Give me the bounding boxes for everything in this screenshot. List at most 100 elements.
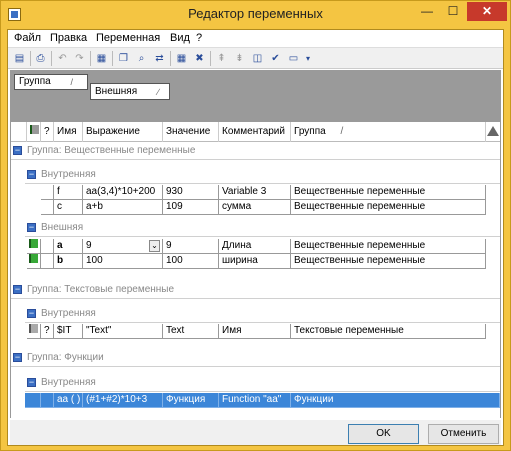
table-row[interactable]: b 100 100 ширина Вещественные переменные [11, 254, 500, 269]
check-variable-icon[interactable]: ✔ [268, 51, 283, 66]
collapse-icon[interactable]: − [27, 223, 36, 232]
copy-icon[interactable]: ❐ [116, 51, 131, 66]
cell-name[interactable]: c [54, 200, 83, 215]
group-chip-group[interactable]: Группа / [14, 74, 88, 90]
header-select[interactable] [11, 122, 27, 142]
cell-expression[interactable]: 100 [83, 254, 163, 269]
window-icon[interactable]: ▭ [286, 51, 301, 66]
collapse-icon[interactable]: − [27, 170, 36, 179]
cell-group[interactable]: Вещественные переменные [291, 200, 486, 215]
menu-edit[interactable]: Правка [50, 32, 87, 44]
cell-flag[interactable] [27, 254, 41, 269]
cell-expression[interactable]: aa(3,4)*10+200 [83, 185, 163, 200]
group-row-real[interactable]: − Группа: Вещественные переменные [11, 143, 500, 160]
undo-icon[interactable]: ↶ [55, 51, 70, 66]
cell-expression[interactable]: "Text" [83, 324, 163, 339]
delete-icon[interactable]: ✖ [192, 51, 207, 66]
cell-flag[interactable] [27, 324, 41, 339]
cell-group[interactable]: Вещественные переменные [291, 239, 486, 254]
subgroup-row-external[interactable]: − Внешняя [25, 220, 500, 237]
cell-name[interactable]: f [54, 185, 83, 200]
move-down-icon[interactable]: ⇟ [232, 51, 247, 66]
cell-value[interactable]: 109 [163, 200, 219, 215]
table-row[interactable]: a 9 ⌄ 9 Длина Вещественные переменные [11, 239, 500, 254]
cell-flag[interactable] [25, 393, 41, 408]
header-group[interactable]: Группа / [291, 122, 486, 142]
cell-name[interactable]: b [54, 254, 83, 269]
properties-icon[interactable]: ▦ [94, 51, 109, 66]
cell-comment[interactable]: Function "aa" [219, 393, 291, 408]
header-expression[interactable]: Выражение [83, 122, 163, 142]
variable-icon[interactable]: ◫ [250, 51, 265, 66]
cell-comment[interactable]: Variable 3 [219, 185, 291, 200]
menu-file[interactable]: Файл [14, 32, 41, 44]
collapse-icon[interactable]: − [13, 146, 22, 155]
group-chip-external[interactable]: Внешняя ∕ [90, 83, 170, 100]
cell-value[interactable]: Text [163, 324, 219, 339]
cancel-button[interactable]: Отменить [428, 424, 499, 444]
header-comment[interactable]: Комментарий [219, 122, 291, 142]
header-value[interactable]: Значение [163, 122, 219, 142]
cell-expression[interactable]: (#1+#2)*10+3 [83, 393, 163, 408]
ok-button[interactable]: OK [348, 424, 419, 444]
maximize-button[interactable]: ☐ [440, 2, 466, 21]
cell-value[interactable]: Функция [163, 393, 219, 408]
redo-icon[interactable]: ↷ [72, 51, 87, 66]
table-icon[interactable]: ▦ [174, 51, 189, 66]
cell-value[interactable]: 930 [163, 185, 219, 200]
table-row[interactable]: c a+b 109 сумма Вещественные переменные [11, 200, 500, 215]
collapse-icon[interactable]: − [13, 285, 22, 294]
cell-name[interactable]: $IT [54, 324, 83, 339]
new-variable-icon[interactable]: ▤ [12, 51, 27, 66]
menu-variable[interactable]: Переменная [96, 32, 160, 44]
cell-comment[interactable]: Длина [219, 239, 291, 254]
minimize-button[interactable]: — [414, 2, 440, 21]
table-row[interactable]: f aa(3,4)*10+200 930 Variable 3 Веществе… [11, 185, 500, 200]
cell-expression-editor[interactable]: 9 ⌄ [83, 239, 163, 254]
collapse-icon[interactable]: − [27, 378, 36, 387]
cell-comment[interactable]: Имя [219, 324, 291, 339]
cell-q[interactable] [41, 393, 54, 408]
collapse-icon[interactable]: − [27, 309, 36, 318]
subgroup-row-internal[interactable]: − Внутренняя [25, 306, 500, 323]
toolbar-overflow-icon[interactable]: ▾ [304, 51, 312, 66]
cell-group[interactable]: Вещественные переменные [291, 185, 486, 200]
collapse-icon[interactable]: − [13, 353, 22, 362]
group-by-area[interactable]: Группа / Внешняя ∕ [10, 70, 501, 122]
cell-q[interactable]: ? [41, 324, 54, 339]
subgroup-row-internal[interactable]: − Внутренняя [25, 375, 500, 392]
cell-value[interactable]: 100 [163, 254, 219, 269]
header-flag[interactable] [27, 122, 41, 142]
cell-name[interactable]: a [54, 239, 83, 254]
find-icon[interactable]: ⌕ [134, 51, 149, 66]
table-row-selected[interactable]: aa ( ) (#1+#2)*10+3 Функция Function "aa… [11, 393, 500, 408]
header-name[interactable]: Имя [54, 122, 83, 142]
menu-help[interactable]: ? [196, 32, 202, 44]
cell-group[interactable]: Текстовые переменные [291, 324, 486, 339]
cell-group[interactable]: Функции [291, 393, 500, 408]
find-replace-icon[interactable]: ⇄ [152, 51, 167, 66]
chevron-down-icon[interactable]: ⌄ [149, 240, 160, 252]
close-button[interactable]: ✕ [467, 2, 507, 21]
cell-comment[interactable]: сумма [219, 200, 291, 215]
cell-q[interactable] [41, 185, 54, 200]
cell-name[interactable]: aa ( ) [54, 393, 83, 408]
title-bar[interactable]: Редактор переменных — ☐ ✕ [1, 1, 510, 29]
cell-group[interactable]: Вещественные переменные [291, 254, 486, 269]
header-q[interactable]: ? [41, 122, 54, 142]
cell-expression[interactable]: a+b [83, 200, 163, 215]
print-icon[interactable]: ⎙ [33, 51, 48, 66]
cell-comment[interactable]: ширина [219, 254, 291, 269]
cell-q[interactable] [41, 239, 54, 254]
cell-q[interactable] [41, 200, 54, 215]
subgroup-row-internal[interactable]: − Внутренняя [25, 167, 500, 184]
group-row-functions[interactable]: − Группа: Функции [11, 350, 500, 367]
header-warning[interactable] [486, 122, 500, 142]
table-row[interactable]: ? $IT "Text" Text Имя Текстовые переменн… [11, 324, 500, 339]
cell-value[interactable]: 9 [163, 239, 219, 254]
cell-q[interactable] [41, 254, 54, 269]
move-up-icon[interactable]: ⇞ [214, 51, 229, 66]
menu-view[interactable]: Вид [170, 32, 190, 44]
cell-flag[interactable] [27, 239, 41, 254]
group-row-text[interactable]: − Группа: Текстовые переменные [11, 282, 500, 299]
